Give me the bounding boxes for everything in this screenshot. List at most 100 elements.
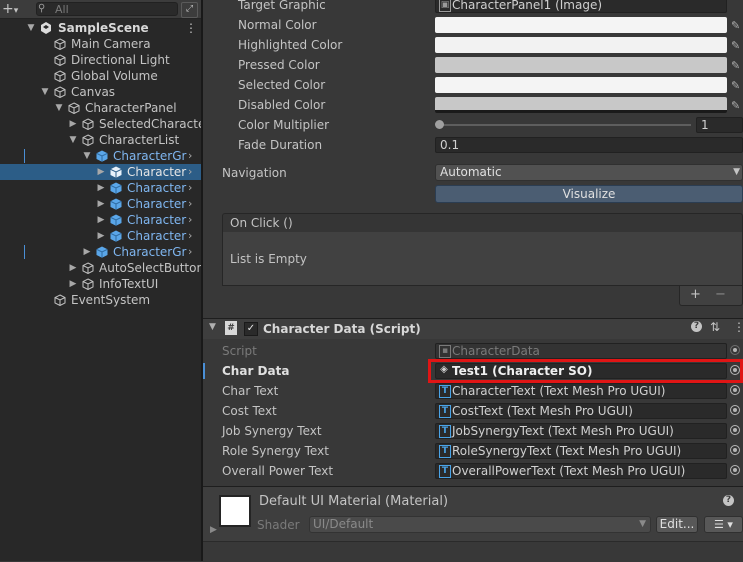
multiplier-value-field[interactable]: 1 [696,117,743,133]
help-icon[interactable]: ? [691,321,702,332]
normal-color-swatch[interactable] [435,17,727,33]
job-synergy-text-field[interactable]: T JobSynergyText (Text Mesh Pro UGUI) [435,423,727,439]
hierarchy-row[interactable]: ▶ InfoTextUI [0,276,201,292]
unity-scene-icon [41,22,51,34]
hierarchy-row[interactable]: ▶ Character › [0,196,201,212]
expand-arrow-icon[interactable]: ▼ [26,20,36,36]
hierarchy-toolbar: +▾ All ⚲ ⤢ [0,0,201,19]
expand-arrow-icon[interactable]: ▼ [68,132,78,148]
eyedropper-icon[interactable]: ✎ [731,16,743,32]
hierarchy-row[interactable]: ▶ Character › [0,212,201,228]
chevron-right-icon[interactable]: › [188,244,192,260]
object-picker-icon[interactable] [730,445,740,455]
fade-duration-field[interactable]: 0.1 [435,137,743,153]
script-label: Script [222,344,257,358]
hierarchy-row[interactable]: Global Volume [0,68,201,84]
hierarchy-row[interactable]: ▶ CharacterGr › [0,244,201,260]
list-icon[interactable]: ☰ ▾ [704,516,743,533]
chevron-right-icon[interactable]: › [188,180,192,196]
remove-item-button[interactable]: − [715,287,726,302]
job-synergy-text-label: Job Synergy Text [222,424,322,438]
add-object-button[interactable]: +▾ [2,0,26,18]
highlighted-color-swatch[interactable] [435,37,727,53]
role-synergy-text-field[interactable]: T RoleSynergyText (Text Mesh Pro UGUI) [435,443,727,459]
object-picker-icon[interactable] [730,405,740,415]
pressed-color-swatch[interactable] [435,57,727,73]
prefab-icon [110,214,122,226]
enabled-checkbox[interactable]: ✓ [244,322,258,336]
highlighted-color-label: Highlighted Color [238,38,343,52]
hierarchy-row[interactable]: ▶ Character › [0,228,201,244]
hierarchy-row-label: Character [127,181,187,195]
hierarchy-row[interactable]: Main Camera [0,36,201,52]
hierarchy-row[interactable]: ▶ AutoSelectButton [0,260,201,276]
expand-arrow-icon[interactable]: ▼ [82,148,92,164]
help-icon[interactable]: ? [723,495,734,506]
chevron-right-icon[interactable]: › [188,148,192,164]
collapse-arrow-icon[interactable]: ▶ [82,244,92,260]
overall-power-text-field[interactable]: T OverallPowerText (Text Mesh Pro UGUI) [435,463,727,479]
collapse-arrow-icon[interactable]: ▶ [68,260,78,276]
expand-arrow-icon[interactable]: ▼ [54,100,64,116]
target-graphic-field[interactable]: ▣ CharacterPanel1 (Image) [435,0,727,13]
character-data-header[interactable]: ▼ # ✓ Character Data (Script) ? ⇅ ⋮ [203,318,743,339]
foldout-arrow-icon[interactable]: ▼ [209,322,216,332]
role-synergy-text-row: Role Synergy Text T RoleSynergyText (Tex… [203,441,743,461]
gameobject-icon [68,102,80,114]
overall-power-text-row: Overall Power Text T OverallPowerText (T… [203,461,743,481]
hierarchy-search-input[interactable]: All [36,2,178,16]
visualize-button[interactable]: Visualize [435,185,743,203]
hierarchy-row[interactable]: ▼ Canvas [0,84,201,100]
hierarchy-row[interactable]: ▼ CharacterGr › [0,148,201,164]
hierarchy-row[interactable]: ▼ CharacterList [0,132,201,148]
presets-icon[interactable]: ⇅ [710,320,720,334]
eyedropper-icon[interactable]: ✎ [731,36,743,52]
normal-color-label: Normal Color [238,18,317,32]
collapse-arrow-icon[interactable]: ▶ [96,164,106,180]
object-picker-icon[interactable] [730,385,740,395]
shader-dropdown[interactable]: UI/Default ▼ [309,516,651,533]
hierarchy-row[interactable]: Directional Light [0,52,201,68]
eyedropper-icon[interactable]: ✎ [731,56,743,72]
cost-text-field[interactable]: T CostText (Text Mesh Pro UGUI) [435,403,727,419]
navigation-dropdown[interactable]: Automatic ▼ [435,164,743,181]
multiplier-slider-handle[interactable] [435,120,444,129]
scene-visibility-icon[interactable]: ⤢ [181,2,198,18]
char-text-field[interactable]: T CharacterText (Text Mesh Pro UGUI) [435,383,727,399]
edit-shader-button[interactable]: Edit... [656,516,698,533]
object-picker-icon[interactable] [730,465,740,475]
hierarchy-row-selected[interactable]: ▶ Character › [0,164,201,180]
eyedropper-icon[interactable]: ✎ [731,76,743,92]
hierarchy-row[interactable]: ▶ SelectedCharacte [0,116,201,132]
collapse-arrow-icon[interactable]: ▶ [96,180,106,196]
expand-arrow-icon[interactable]: ▼ [40,84,50,100]
multiplier-slider-track[interactable] [439,124,691,126]
hierarchy-row[interactable]: EventSystem [0,292,201,308]
chevron-right-icon[interactable]: › [188,196,192,212]
collapse-arrow-icon[interactable]: ▶ [96,196,106,212]
object-picker-icon[interactable] [730,425,740,435]
disabled-color-label: Disabled Color [238,98,326,112]
chevron-right-icon[interactable]: › [188,228,192,244]
hierarchy-row[interactable]: ▶ Character › [0,180,201,196]
chevron-right-icon[interactable]: › [188,212,192,228]
add-item-button[interactable]: + [690,287,701,302]
target-graphic-row: Target Graphic ▣ CharacterPanel1 (Image) [203,0,743,15]
chevron-right-icon[interactable]: › [188,164,192,180]
gameobject-icon [82,134,94,146]
hierarchy-row-label: Canvas [71,85,116,99]
eyedropper-icon[interactable]: ✎ [731,96,743,112]
collapse-arrow-icon[interactable]: ▶ [68,276,78,292]
selected-color-swatch[interactable] [435,77,727,93]
collapse-arrow-icon[interactable]: ▶ [96,212,106,228]
disabled-color-swatch[interactable] [435,97,727,113]
material-preview-swatch[interactable] [219,495,251,527]
modified-marker [24,149,25,163]
hierarchy-row[interactable]: ▼ CharacterPanel [0,100,201,116]
more-options-icon[interactable]: ⋮ [733,320,743,334]
collapse-arrow-icon[interactable]: ▶ [68,116,78,132]
hierarchy-row-scene[interactable]: ▼ SampleScene ⋮ [0,20,201,36]
collapse-arrow-icon[interactable]: ▶ [96,228,106,244]
foldout-arrow-icon[interactable]: ▶ [210,525,217,535]
more-options-icon[interactable]: ⋮ [185,20,197,36]
